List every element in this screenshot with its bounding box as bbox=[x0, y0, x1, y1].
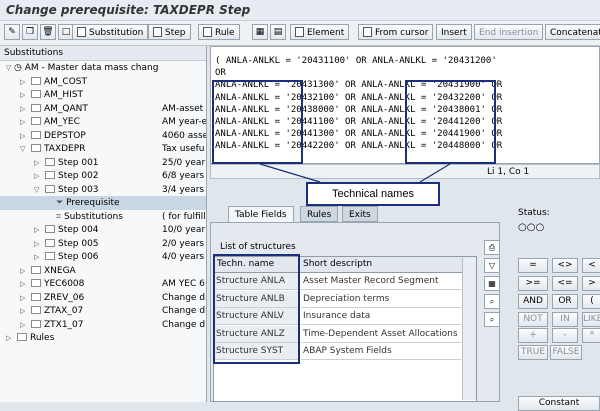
find-icon[interactable]: ⌕ bbox=[484, 294, 500, 309]
structure-desc-cell[interactable]: Depreciation terms bbox=[301, 291, 461, 308]
technical-names-callout: Technical names bbox=[306, 182, 440, 206]
operator-button[interactable]: FALSE bbox=[550, 345, 582, 360]
structure-desc-cell[interactable]: Asset Master Record Segment bbox=[301, 273, 461, 290]
operator-button[interactable]: + bbox=[518, 328, 548, 343]
operator-button[interactable]: >= bbox=[518, 276, 548, 291]
structure-desc-cell[interactable]: Insurance data bbox=[301, 308, 461, 325]
operator-button[interactable]: <= bbox=[552, 276, 578, 291]
highlight-box-table bbox=[213, 254, 300, 364]
list-caption: List of structures bbox=[220, 242, 296, 252]
table-scrollbar[interactable] bbox=[462, 258, 476, 400]
col-short-desc[interactable]: Short descriptn bbox=[303, 257, 372, 272]
filter-icon[interactable]: ▽ bbox=[484, 258, 500, 273]
tab-rules[interactable]: Rules bbox=[300, 206, 339, 222]
operator-button[interactable]: Constant bbox=[518, 396, 600, 411]
find-next-icon[interactable]: ⌕ bbox=[484, 312, 500, 327]
status-lights: ○○○ bbox=[518, 222, 545, 233]
structure-desc-cell[interactable]: ABAP System Fields bbox=[301, 343, 461, 360]
operator-button[interactable]: * bbox=[582, 328, 600, 343]
layout-icon[interactable]: ▦ bbox=[484, 276, 500, 291]
tab-exits[interactable]: Exits bbox=[342, 206, 378, 222]
operator-button[interactable]: - bbox=[552, 328, 578, 343]
structure-desc-cell[interactable]: Time-Dependent Asset Allocations bbox=[301, 326, 461, 343]
operator-button[interactable]: TRUE bbox=[518, 345, 548, 360]
operator-button[interactable]: > bbox=[582, 276, 600, 291]
tab-table-fields[interactable]: Table Fields bbox=[228, 206, 294, 222]
operator-button[interactable]: IN bbox=[552, 312, 578, 327]
operator-button[interactable]: ( bbox=[582, 294, 600, 309]
print-icon[interactable]: ⎙ bbox=[484, 240, 500, 255]
operator-button[interactable]: = bbox=[518, 258, 548, 273]
operator-button[interactable]: NOT bbox=[518, 312, 548, 327]
status-label: Status: bbox=[518, 208, 550, 218]
operator-button[interactable]: LIKE bbox=[582, 312, 600, 327]
operator-button[interactable]: AND bbox=[518, 294, 548, 309]
operator-button[interactable]: OR bbox=[552, 294, 578, 309]
operator-button[interactable]: <> bbox=[552, 258, 578, 273]
operator-button[interactable]: < bbox=[582, 258, 600, 273]
